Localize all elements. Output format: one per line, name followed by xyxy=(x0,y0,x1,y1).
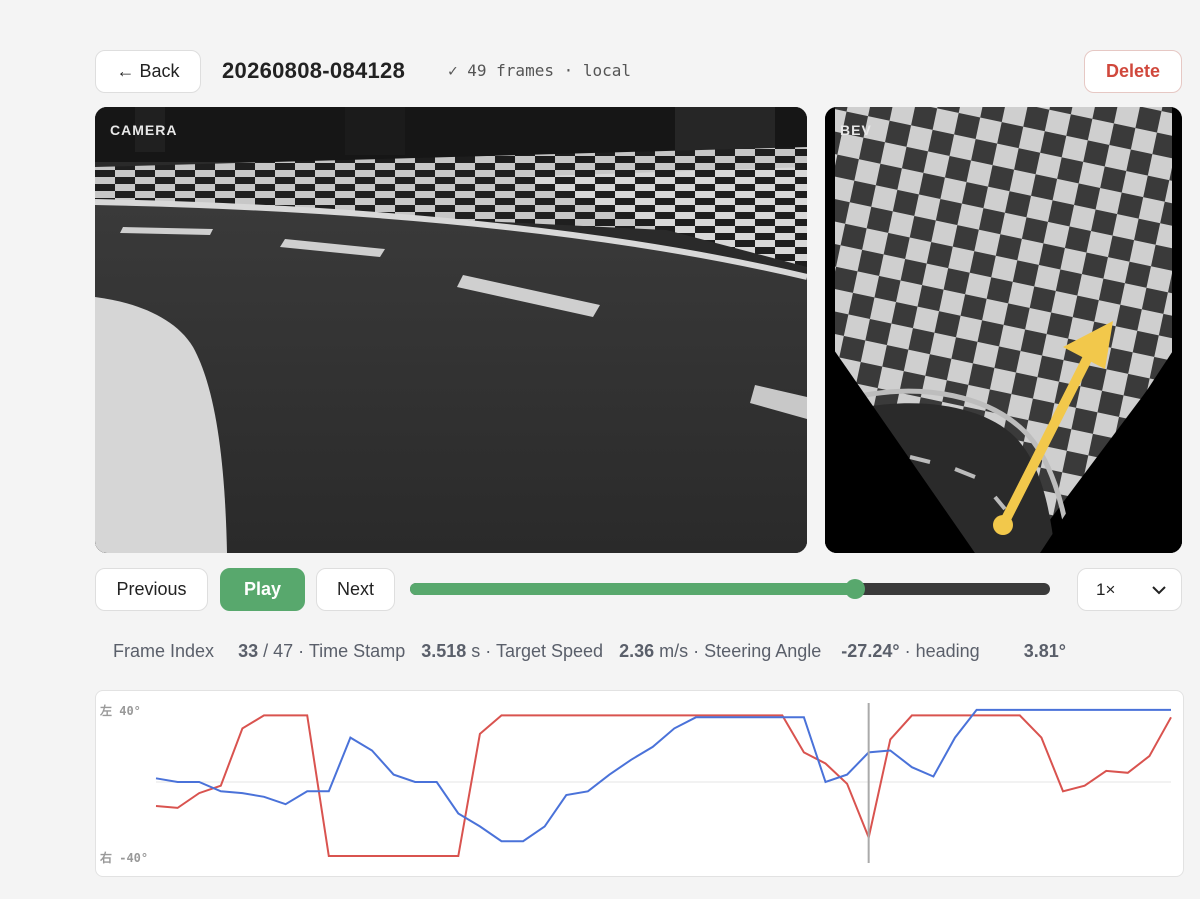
heading-value: 3.81° xyxy=(1023,641,1066,661)
steering-chart: 左 40° 右 -40° xyxy=(95,690,1184,877)
steering-angle-sep: · xyxy=(904,641,911,661)
playback-speed-value: 1× xyxy=(1096,579,1116,599)
frame-total: / 47 · xyxy=(263,641,305,661)
frame-slider[interactable] xyxy=(410,579,1050,599)
frame-stats: Frame Index 33 / 47 · Time Stamp 3.518 s… xyxy=(113,641,1183,662)
steering-angle-value: -27.24° xyxy=(841,641,900,661)
chevron-down-icon xyxy=(1152,586,1166,595)
camera-image xyxy=(95,107,807,553)
play-button[interactable]: Play xyxy=(220,568,305,611)
camera-label: CAMERA xyxy=(110,122,178,138)
time-stamp-value: 3.518 xyxy=(421,641,467,661)
frame-index-value: 33 xyxy=(238,641,259,661)
camera-view: CAMERA xyxy=(95,107,807,553)
heading-label: heading xyxy=(915,641,980,661)
target-speed-label: Target Speed xyxy=(495,641,604,661)
frame-slider-thumb[interactable] xyxy=(845,579,866,599)
y-tick-top: 左 40° xyxy=(100,704,141,718)
blue-series-line xyxy=(155,708,1171,843)
steering-chart-plot xyxy=(155,703,1172,863)
frame-index-label: Frame Index xyxy=(113,641,215,661)
previous-button[interactable]: Previous xyxy=(95,568,208,611)
session-meta: ✓ 49 frames · local xyxy=(448,61,632,80)
bev-view: BEV xyxy=(825,107,1182,553)
bev-image xyxy=(825,107,1182,553)
session-title: 20260808-084128 xyxy=(222,58,406,83)
steering-angle-label: Steering Angle xyxy=(704,641,822,661)
back-button[interactable]: ← Back xyxy=(95,50,201,93)
playback-speed-select[interactable]: 1× xyxy=(1077,568,1182,611)
target-speed-unit: m/s · xyxy=(659,641,700,661)
y-tick-bottom: 右 -40° xyxy=(100,851,149,865)
frame-slider-fill xyxy=(410,583,856,595)
next-button[interactable]: Next xyxy=(316,568,395,611)
target-speed-value: 2.36 xyxy=(619,641,655,661)
time-stamp-label: Time Stamp xyxy=(308,641,406,661)
time-stamp-unit: s · xyxy=(471,641,492,661)
delete-button[interactable]: Delete xyxy=(1084,50,1182,93)
bev-label: BEV xyxy=(840,122,872,138)
